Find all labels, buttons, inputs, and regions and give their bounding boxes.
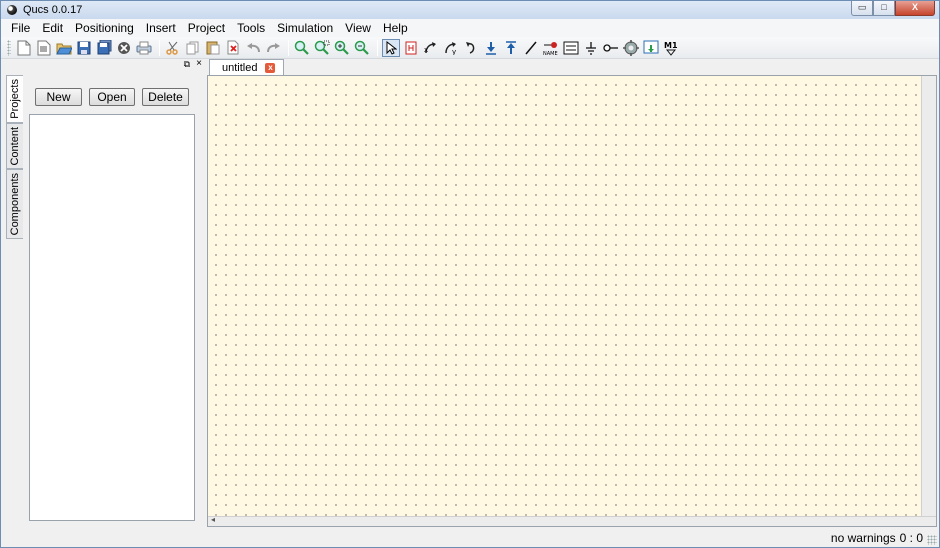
projects-panel: New Open Delete — [23, 72, 204, 523]
dock-header: ⧉ × — [6, 58, 204, 72]
status-cursor-position: 0 : 0 — [899, 531, 923, 545]
toolbar-grip[interactable] — [7, 39, 11, 56]
redo-icon[interactable] — [264, 39, 282, 57]
document-tabbar: untitled x — [207, 59, 937, 76]
mirror-y-icon[interactable]: y — [442, 39, 460, 57]
menu-tools[interactable]: Tools — [231, 19, 271, 37]
new-project-button[interactable]: New — [35, 88, 82, 106]
project-list[interactable] — [29, 114, 195, 521]
tab-components-label: Components — [9, 172, 21, 236]
tab-untitled-label: untitled — [222, 62, 258, 74]
tab-content-label: Content — [9, 126, 21, 166]
minimize-button[interactable]: ▭ — [851, 1, 873, 16]
zoom-selection-icon[interactable] — [313, 39, 331, 57]
horizontal-scrollbar[interactable]: ◂ — [208, 515, 936, 526]
print-icon[interactable] — [135, 39, 153, 57]
title-bar[interactable]: Qucs 0.0.17 ▭ □ X — [1, 1, 939, 19]
close-icon[interactable] — [115, 39, 133, 57]
rotate-icon[interactable] — [462, 39, 480, 57]
schematic-view: ◂ — [207, 75, 937, 527]
vertical-scrollbar[interactable] — [921, 76, 936, 516]
save-all-icon[interactable] — [95, 39, 113, 57]
svg-text:y: y — [452, 48, 456, 55]
toolbar-separator — [377, 39, 378, 56]
tab-close-icon[interactable]: x — [265, 63, 276, 73]
qucs-app-icon — [7, 5, 17, 15]
pop-up-icon[interactable] — [502, 39, 520, 57]
main-window: Qucs 0.0.17 ▭ □ X File Edit Positioning … — [0, 0, 940, 548]
menu-insert[interactable]: Insert — [140, 19, 182, 37]
svg-text:M1: M1 — [664, 41, 678, 50]
dock-float-icon[interactable]: ⧉ — [184, 59, 190, 70]
tab-projects-label: Projects — [9, 79, 21, 119]
toolbar-separator — [288, 39, 289, 56]
equation-icon[interactable] — [562, 39, 580, 57]
resize-grip[interactable] — [927, 535, 937, 545]
close-window-button[interactable]: X — [895, 1, 935, 16]
menu-edit[interactable]: Edit — [36, 19, 69, 37]
select-icon[interactable] — [382, 38, 400, 57]
data-display-icon[interactable] — [642, 39, 660, 57]
project-dock: ⧉ × Projects Content Components New Open… — [6, 58, 204, 523]
wire-label-icon[interactable]: NAME — [542, 39, 560, 57]
dock-close-icon[interactable]: × — [196, 58, 202, 69]
toolbar-separator — [159, 39, 160, 56]
project-buttons: New Open Delete — [35, 88, 189, 106]
svg-text:x: x — [424, 46, 428, 54]
push-down-icon[interactable] — [482, 39, 500, 57]
tab-projects[interactable]: Projects — [6, 75, 23, 123]
save-icon[interactable] — [75, 39, 93, 57]
wire-icon[interactable] — [522, 39, 540, 57]
menu-project[interactable]: Project — [182, 19, 231, 37]
edit-activate-icon[interactable] — [402, 39, 420, 57]
window-title: Qucs 0.0.17 — [23, 4, 83, 16]
window-controls: ▭ □ X — [851, 1, 935, 16]
marker-icon[interactable]: M1 — [662, 39, 680, 57]
menu-help[interactable]: Help — [377, 19, 414, 37]
tab-content[interactable]: Content — [6, 123, 23, 169]
undo-icon[interactable] — [244, 39, 262, 57]
delete-project-button[interactable]: Delete — [142, 88, 189, 106]
text-file-icon[interactable] — [35, 39, 53, 57]
zoom-fit-icon[interactable] — [293, 39, 311, 57]
paste-icon[interactable] — [204, 39, 222, 57]
menu-bar: File Edit Positioning Insert Project Too… — [1, 19, 939, 37]
tab-components[interactable]: Components — [6, 169, 23, 239]
simulate-icon[interactable] — [622, 39, 640, 57]
status-warnings: no warnings — [830, 531, 896, 545]
maximize-button[interactable]: □ — [873, 1, 895, 16]
port-icon[interactable] — [602, 39, 620, 57]
schematic-canvas[interactable] — [208, 76, 921, 516]
open-project-button[interactable]: Open — [89, 88, 135, 106]
cut-icon[interactable] — [164, 39, 182, 57]
zoom-in-icon[interactable] — [333, 39, 351, 57]
menu-file[interactable]: File — [5, 19, 36, 37]
menu-positioning[interactable]: Positioning — [69, 19, 140, 37]
ground-icon[interactable] — [582, 39, 600, 57]
open-folder-icon[interactable] — [55, 39, 73, 57]
tab-untitled[interactable]: untitled x — [209, 59, 285, 76]
main-toolbar: x y NAME M1 — [1, 37, 939, 59]
mirror-x-icon[interactable]: x — [422, 39, 440, 57]
svg-text:NAME: NAME — [543, 51, 558, 56]
delete-icon[interactable] — [224, 39, 242, 57]
new-file-icon[interactable] — [15, 39, 33, 57]
status-bar: no warnings 0 : 0 — [1, 529, 939, 547]
menu-view[interactable]: View — [339, 19, 377, 37]
scroll-left-icon[interactable]: ◂ — [211, 515, 215, 524]
copy-icon[interactable] — [184, 39, 202, 57]
dock-side-tabs: Projects Content Components — [6, 75, 23, 239]
menu-simulation[interactable]: Simulation — [271, 19, 339, 37]
zoom-out-icon[interactable] — [353, 39, 371, 57]
